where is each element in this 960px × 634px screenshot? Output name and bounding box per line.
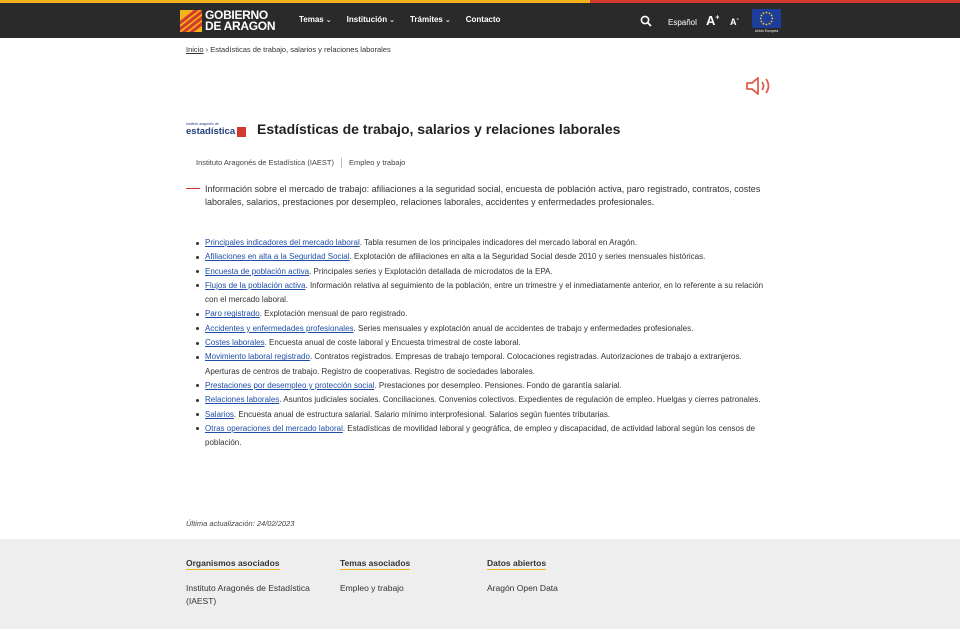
list-item: Costes laborales. Encuesta anual de cost… — [196, 336, 776, 350]
chevron-down-icon: ⌄ — [389, 17, 395, 24]
aragon-flag-icon — [180, 10, 202, 32]
item-link[interactable]: Accidentes y enfermedades profesionales — [205, 324, 354, 333]
eu-caption: Unión Europea — [754, 29, 779, 33]
nav-contacto[interactable]: Contacto — [466, 15, 501, 24]
nav-tramites[interactable]: Trámites ⌄ — [410, 15, 451, 24]
lead-paragraph: Información sobre el mercado de trabajo:… — [205, 184, 761, 207]
footer-heading: Organismos asociados — [186, 558, 280, 570]
item-description: . Series mensuales y explotación anual d… — [353, 323, 694, 333]
list-item: Accidentes y enfermedades profesionales.… — [196, 322, 776, 336]
site-footer: Organismos asociados Instituto Aragonés … — [0, 539, 960, 629]
footer-link[interactable]: Empleo y trabajo — [340, 582, 470, 595]
breadcrumb-separator: › — [205, 45, 209, 54]
language-selector[interactable]: Español — [668, 18, 697, 27]
tag-organism[interactable]: Instituto Aragonés de Estadística (IAEST… — [196, 158, 334, 168]
list-item: Flujos de la población activa. Informaci… — [196, 279, 776, 308]
footer-heading: Datos abiertos — [487, 558, 547, 570]
page-title: Estadísticas de trabajo, salarios y rela… — [257, 121, 621, 137]
iaest-logo[interactable]: Instituto aragonés de estadística — [186, 122, 246, 138]
item-description: . Encuesta anual de coste laboral y Encu… — [264, 338, 521, 348]
font-decrease-button[interactable]: A- — [730, 16, 739, 27]
chevron-down-icon: ⌄ — [444, 17, 451, 24]
item-description: . Encuesta anual de estructura salarial.… — [233, 409, 611, 419]
list-item: Relaciones laborales. Asuntos judiciales… — [196, 393, 776, 407]
font-increase-button[interactable]: A+ — [706, 13, 719, 28]
item-description: . Asuntos judiciales sociales. Conciliac… — [279, 395, 761, 405]
item-link[interactable]: Prestaciones por desempleo y protección … — [205, 381, 374, 390]
item-link[interactable]: Movimiento laboral registrado — [205, 352, 310, 361]
list-item: Principales indicadores del mercado labo… — [196, 236, 776, 250]
item-description: . Prestaciones por desempleo. Pensiones.… — [374, 380, 622, 390]
item-description: . Tabla resumen de los principales indic… — [359, 238, 638, 247]
item-link[interactable]: Afiliaciones en alta a la Seguridad Soci… — [205, 252, 350, 261]
eu-flag-icon — [752, 9, 781, 28]
item-link[interactable]: Encuesta de población activa — [205, 267, 309, 276]
list-item: Afiliaciones en alta a la Seguridad Soci… — [196, 250, 776, 264]
footer-column-organismos: Organismos asociados Instituto Aragonés … — [186, 553, 326, 608]
logo-line-2: DE ARAGON — [205, 19, 276, 33]
speaker-icon[interactable] — [745, 75, 775, 97]
search-icon[interactable] — [640, 15, 652, 27]
lead-accent-line — [186, 188, 200, 189]
iaest-mark-icon — [237, 126, 246, 137]
nav-temas[interactable]: Temas ⌄ — [299, 15, 332, 24]
footer-column-temas: Temas asociados Empleo y trabajo — [340, 553, 470, 595]
list-item: Prestaciones por desempleo y protección … — [196, 379, 776, 393]
page-tags: Instituto Aragonés de Estadística (IAEST… — [196, 158, 405, 168]
breadcrumb-current: Estadísticas de trabajo, salarios y rela… — [210, 45, 391, 54]
iaest-logo-main: estadística — [186, 126, 236, 137]
item-link[interactable]: Principales indicadores del mercado labo… — [205, 238, 360, 247]
nav-institucion[interactable]: Institución ⌄ — [347, 15, 395, 24]
item-link[interactable]: Costes laborales — [205, 338, 265, 347]
tag-topic[interactable]: Empleo y trabajo — [349, 158, 405, 168]
list-item: Encuesta de población activa. Principale… — [196, 265, 776, 279]
item-description: . Explotación mensual de paro registrado… — [259, 309, 408, 319]
tag-divider — [341, 158, 342, 168]
gobierno-aragon-logo[interactable]: GOBIERNO DE ARAGON — [180, 9, 284, 33]
eu-logo: Unión Europea — [752, 9, 781, 34]
footer-link[interactable]: Instituto Aragonés de Estadística (IAEST… — [186, 582, 326, 608]
list-item: Otras operaciones del mercado laboral. E… — [196, 422, 776, 451]
site-header: GOBIERNO DE ARAGON Temas ⌄ Institución ⌄ T… — [0, 3, 960, 38]
last-updated: Última actualización: 24/02/2023 — [186, 519, 295, 528]
item-link[interactable]: Relaciones laborales — [205, 395, 279, 404]
footer-column-datos: Datos abiertos Aragón Open Data — [487, 553, 617, 595]
breadcrumb: Inicio › Estadísticas de trabajo, salari… — [186, 45, 391, 54]
list-item: Salarios. Encuesta anual de estructura s… — [196, 408, 776, 422]
chevron-down-icon: ⌄ — [325, 17, 332, 24]
list-item: Paro registrado. Explotación mensual de … — [196, 307, 776, 321]
item-description: . Principales series y Explotación detal… — [309, 266, 553, 276]
item-link[interactable]: Flujos de la población activa — [205, 281, 306, 290]
list-item: Movimiento laboral registrado. Contratos… — [196, 350, 776, 379]
statistics-list: Principales indicadores del mercado labo… — [196, 236, 776, 450]
item-description: . Explotación de afiliaciones en alta a … — [349, 252, 706, 262]
item-link[interactable]: Paro registrado — [205, 309, 260, 318]
main-nav: Temas ⌄ Institución ⌄ Trámites ⌄ Contacto — [299, 15, 515, 24]
item-link[interactable]: Otras operaciones del mercado laboral — [205, 424, 343, 433]
item-link[interactable]: Salarios — [205, 410, 234, 419]
footer-link[interactable]: Aragón Open Data — [487, 582, 617, 595]
breadcrumb-home-link[interactable]: Inicio — [186, 45, 204, 54]
footer-heading: Temas asociados — [340, 558, 411, 570]
